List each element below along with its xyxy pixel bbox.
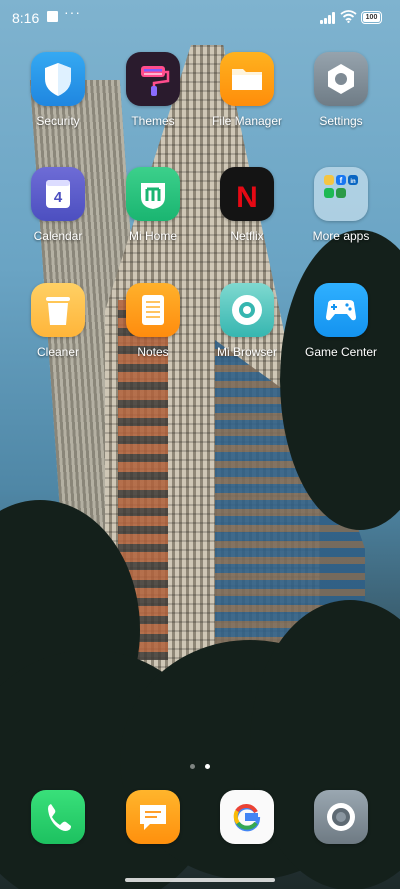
app-folder-icon: f in [314, 167, 368, 221]
browser-ring-icon [220, 283, 274, 337]
status-time: 8:16 [12, 10, 40, 26]
notification-icon [47, 11, 58, 22]
trash-can-icon [31, 283, 85, 337]
paint-roller-icon [126, 52, 180, 106]
battery-level: 100 [363, 13, 380, 22]
message-icon [126, 790, 180, 844]
wifi-icon [340, 10, 357, 23]
home-gesture-bar[interactable] [125, 878, 275, 882]
app-notes[interactable]: Notes [106, 283, 200, 359]
app-mi-home[interactable]: Mi Home [106, 167, 200, 243]
battery-icon: 100 [361, 11, 382, 24]
app-label: Calendar [33, 229, 83, 243]
status-bar: 8:16 ··· 100 [0, 0, 400, 36]
page-dot [190, 764, 195, 769]
netflix-icon: N [220, 167, 274, 221]
app-label: Netflix [230, 229, 264, 243]
app-mi-browser[interactable]: Mi Browser [200, 283, 294, 359]
app-label: More apps [312, 229, 370, 243]
app-label: Cleaner [36, 345, 80, 359]
netflix-glyph: N [236, 181, 258, 214]
dock-messages[interactable] [106, 790, 200, 844]
dock-phone[interactable] [11, 790, 105, 844]
calendar-day: 4 [54, 189, 63, 206]
app-game-center[interactable]: Game Center [294, 283, 388, 359]
app-security[interactable]: Security [11, 52, 105, 128]
calendar-icon: 4 [31, 167, 85, 221]
app-label: File Manager [211, 114, 283, 128]
phone-icon [31, 790, 85, 844]
app-label: Mi Home [128, 229, 177, 243]
folder-more-apps[interactable]: f in More apps [294, 167, 388, 243]
dock-google[interactable] [200, 790, 294, 844]
app-label: Themes [131, 114, 175, 128]
app-themes[interactable]: Themes [106, 52, 200, 128]
page-dot-active [205, 764, 210, 769]
app-netflix[interactable]: N Netflix [200, 167, 294, 243]
gear-icon [314, 52, 368, 106]
app-label: Settings [319, 114, 363, 128]
more-notifications-icon: ··· [64, 4, 81, 20]
camera-icon [314, 790, 368, 844]
shield-icon [31, 52, 85, 106]
dock-camera[interactable] [294, 790, 388, 844]
app-cleaner[interactable]: Cleaner [11, 283, 105, 359]
app-label: Game Center [304, 345, 378, 359]
folder-icon [220, 52, 274, 106]
app-settings[interactable]: Settings [294, 52, 388, 128]
app-label: Notes [137, 345, 169, 359]
app-file-manager[interactable]: File Manager [200, 52, 294, 128]
mi-home-icon [126, 167, 180, 221]
facebook-mini-icon: f [340, 176, 343, 185]
app-label: Mi Browser [216, 345, 277, 359]
gamepad-icon [314, 283, 368, 337]
cell-signal-icon [320, 12, 337, 24]
app-label: Security [36, 114, 80, 128]
linkedin-mini-icon: in [350, 179, 356, 185]
page-indicator[interactable] [0, 756, 400, 774]
google-icon [220, 790, 274, 844]
notepad-icon [126, 283, 180, 337]
app-calendar[interactable]: 4 Calendar [11, 167, 105, 243]
